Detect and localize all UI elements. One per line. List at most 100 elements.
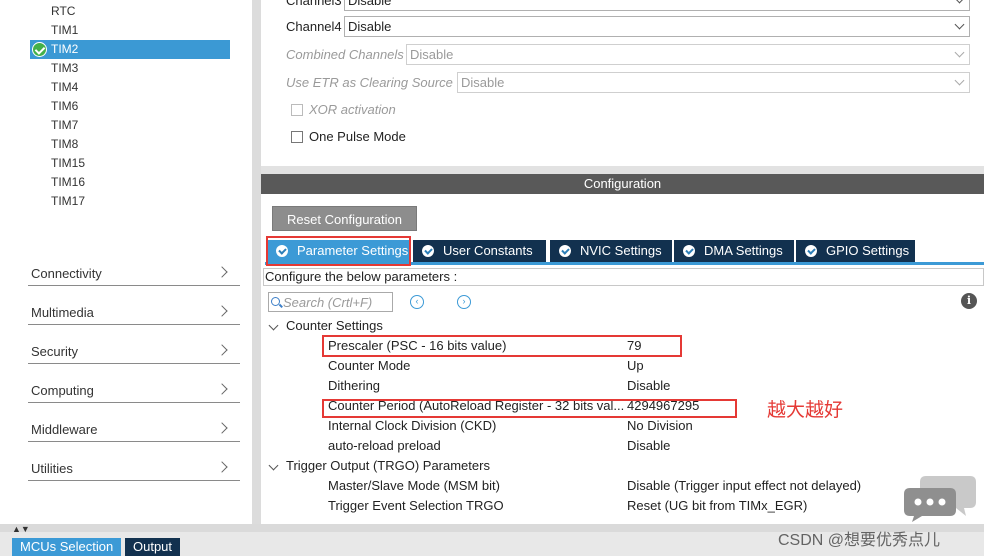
etr-label: Use ETR as Clearing Source xyxy=(286,75,453,90)
tab-output[interactable]: Output xyxy=(125,538,181,556)
category-security[interactable]: Security xyxy=(28,325,240,364)
panel-splitter[interactable] xyxy=(252,0,261,524)
param-row-auto-reload-preload[interactable]: auto-reload preload Disable xyxy=(261,436,984,456)
channel4-select[interactable]: Disable xyxy=(344,16,970,37)
combined-channels-value: Disable xyxy=(410,47,454,62)
peripheral-item-tim3[interactable]: TIM3 xyxy=(30,59,230,78)
category-connectivity[interactable]: Connectivity xyxy=(28,247,240,286)
tab-nvic-settings[interactable]: NVIC Settings xyxy=(550,240,674,262)
chevron-right-icon xyxy=(216,266,228,278)
channel4-row: Channel4 Disable xyxy=(286,16,976,38)
search-icon xyxy=(271,297,280,306)
next-result-icon[interactable]: › xyxy=(457,295,471,309)
param-value[interactable]: Disable xyxy=(627,376,670,396)
peripheral-item-tim15[interactable]: TIM15 xyxy=(30,154,230,173)
group-label: Counter Settings xyxy=(286,318,383,333)
channel3-select[interactable]: Disable xyxy=(344,0,970,11)
check-circle-icon xyxy=(422,245,434,257)
configure-instructions: Configure the below parameters : xyxy=(263,268,984,286)
peripheral-item-tim2[interactable]: TIM2 xyxy=(30,40,230,59)
xor-activation-row: XOR activation xyxy=(291,101,396,119)
xor-activation-label: XOR activation xyxy=(309,102,396,118)
combined-channels-select[interactable]: Disable xyxy=(406,44,970,65)
one-pulse-checkbox[interactable] xyxy=(291,130,303,143)
etr-row: Use ETR as Clearing Source Disable xyxy=(286,72,976,94)
chevron-right-icon xyxy=(216,305,228,317)
highlight-prescaler-row xyxy=(322,335,682,357)
chevron-right-icon xyxy=(216,344,228,356)
category-utilities[interactable]: Utilities xyxy=(28,442,240,481)
peripheral-item-tim16[interactable]: TIM16 xyxy=(30,173,230,192)
collapse-arrows-icon[interactable]: ▲▼ xyxy=(12,524,30,534)
channel4-label: Channel4 xyxy=(286,19,342,34)
param-row-clock-division[interactable]: Internal Clock Division (CKD) No Divisio… xyxy=(261,416,984,436)
param-value[interactable]: Reset (UG bit from TIMx_EGR) xyxy=(627,496,807,516)
tab-label: DMA Settings xyxy=(704,243,783,258)
channel3-row: Channel3 Disable xyxy=(286,0,976,12)
highlight-parameter-settings-tab xyxy=(266,236,411,266)
tab-gpio-settings[interactable]: GPIO Settings xyxy=(796,240,917,262)
chat-bubble-icon[interactable] xyxy=(904,472,976,522)
chevron-down-icon xyxy=(954,47,965,58)
channel3-label: Channel3 xyxy=(286,0,342,8)
check-circle-icon xyxy=(805,245,817,257)
group-counter-settings[interactable]: Counter Settings xyxy=(261,316,984,336)
param-name: Internal Clock Division (CKD) xyxy=(328,418,497,433)
tab-dma-settings[interactable]: DMA Settings xyxy=(674,240,796,262)
param-value[interactable]: Disable (Trigger input effect not delaye… xyxy=(627,476,861,496)
param-name: Counter Mode xyxy=(328,358,411,373)
param-name: Master/Slave Mode (MSM bit) xyxy=(328,478,500,493)
peripheral-item-label: TIM2 xyxy=(51,42,79,56)
param-value[interactable]: Disable xyxy=(627,436,670,456)
param-row-counter-mode[interactable]: Counter Mode Up xyxy=(261,356,984,376)
annotation-note: 越大越好 xyxy=(767,399,844,421)
chevron-right-icon xyxy=(216,461,228,473)
param-name: Trigger Event Selection TRGO xyxy=(328,498,504,513)
category-computing[interactable]: Computing xyxy=(28,364,240,403)
tab-user-constants[interactable]: User Constants xyxy=(413,240,548,262)
chevron-down-icon xyxy=(954,19,965,30)
channel3-value: Disable xyxy=(348,0,392,8)
param-row-msm[interactable]: Master/Slave Mode (MSM bit) Disable (Tri… xyxy=(261,476,984,496)
combined-channels-row: Combined Channels Disable xyxy=(286,44,976,66)
check-circle-icon xyxy=(683,245,695,257)
check-circle-icon xyxy=(559,245,571,257)
one-pulse-row: One Pulse Mode xyxy=(291,128,406,146)
category-multimedia[interactable]: Multimedia xyxy=(28,286,240,325)
category-label: Middleware xyxy=(31,422,98,437)
peripheral-item-tim8[interactable]: TIM8 xyxy=(30,135,230,154)
category-middleware[interactable]: Middleware xyxy=(28,403,240,442)
param-value[interactable]: Up xyxy=(627,356,644,376)
peripheral-item-tim7[interactable]: TIM7 xyxy=(30,116,230,135)
peripheral-list: RTC TIM1 TIM2 TIM3 TIM4 TIM6 TIM7 TIM8 T… xyxy=(30,2,230,211)
peripheral-item-tim17[interactable]: TIM17 xyxy=(30,192,230,211)
previous-result-icon[interactable]: ‹ xyxy=(410,295,424,309)
mode-panel: Channel3 Disable Channel4 Disable Combin… xyxy=(261,0,984,166)
tab-mcus-selection[interactable]: MCUs Selection xyxy=(12,538,122,556)
one-pulse-label: One Pulse Mode xyxy=(309,129,406,145)
chevron-down-icon xyxy=(954,75,965,86)
param-row-trgo-selection[interactable]: Trigger Event Selection TRGO Reset (UG b… xyxy=(261,496,984,516)
param-value[interactable]: No Division xyxy=(627,416,693,436)
category-list: Connectivity Multimedia Security Computi… xyxy=(28,247,240,481)
group-label: Trigger Output (TRGO) Parameters xyxy=(286,458,490,473)
param-row-dithering[interactable]: Dithering Disable xyxy=(261,376,984,396)
group-trgo-parameters[interactable]: Trigger Output (TRGO) Parameters xyxy=(261,456,984,476)
peripheral-item-tim4[interactable]: TIM4 xyxy=(30,78,230,97)
expand-chevron-icon xyxy=(268,320,279,331)
peripheral-item-tim1[interactable]: TIM1 xyxy=(30,21,230,40)
reset-configuration-button[interactable]: Reset Configuration xyxy=(272,206,417,231)
tab-label: User Constants xyxy=(443,243,533,258)
category-label: Connectivity xyxy=(31,266,102,281)
category-label: Computing xyxy=(31,383,94,398)
peripheral-item-rtc[interactable]: RTC xyxy=(30,2,230,21)
search-input[interactable]: Search (Crtl+F) xyxy=(268,292,393,312)
peripheral-item-tim6[interactable]: TIM6 xyxy=(30,97,230,116)
chevron-right-icon xyxy=(216,383,228,395)
expand-chevron-icon xyxy=(268,460,279,471)
xor-activation-checkbox[interactable] xyxy=(291,103,303,116)
etr-select[interactable]: Disable xyxy=(457,72,970,93)
panel-gap xyxy=(261,166,984,174)
category-label: Utilities xyxy=(31,461,73,476)
info-icon[interactable]: i xyxy=(961,293,977,309)
